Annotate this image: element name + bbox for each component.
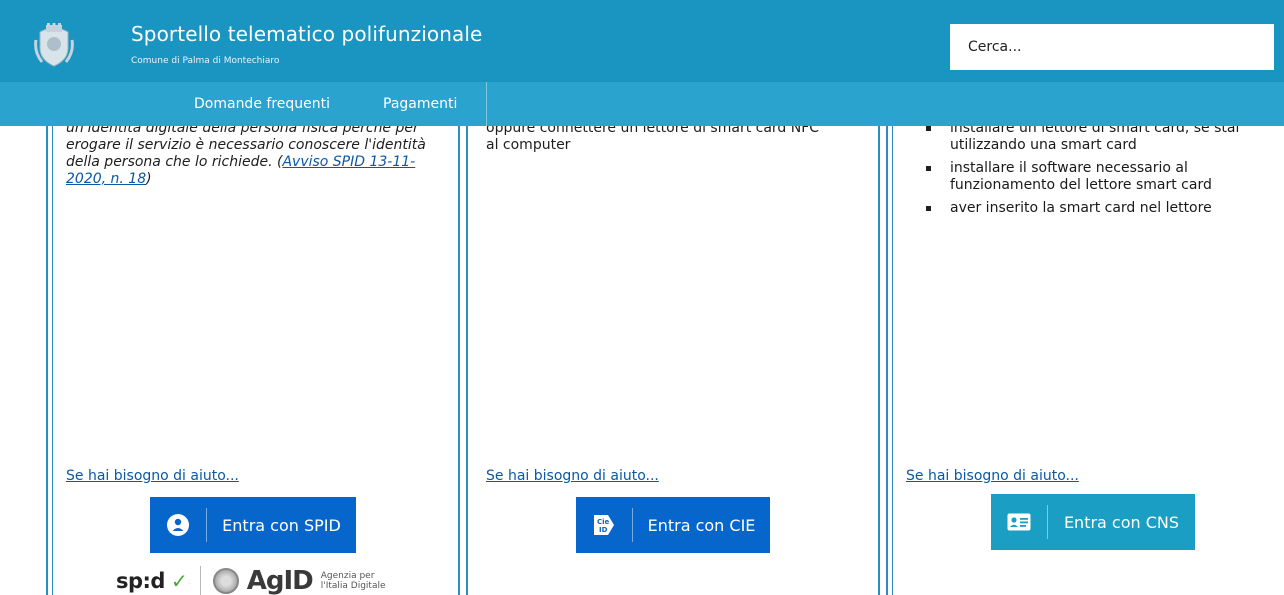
cie-login-label: Entra con CIE (647, 515, 756, 535)
agid-logo: AgID (246, 566, 314, 595)
spid-description-end: ) (146, 171, 152, 187)
search-input[interactable] (950, 24, 1274, 70)
list-item: aver inserito la smart card nel lettore (924, 200, 1264, 217)
cie-login-button[interactable]: Cie ID Entra con CIE (576, 497, 770, 553)
list-item-text: aver inserito la smart card nel lettore (950, 200, 1212, 216)
municipality-crest-icon[interactable] (34, 22, 74, 68)
svg-text:Cie: Cie (597, 518, 610, 526)
spid-login-button[interactable]: Entra con SPID (150, 497, 356, 553)
list-item: installare il software necessario al fun… (924, 160, 1264, 194)
agid-subtitle-line1: Agenzia per (320, 571, 375, 581)
spid-description: un'identità digitale della persona fisic… (66, 120, 436, 188)
logo-separator (199, 566, 201, 595)
cie-card: oppure connettere un lettore di smart ca… (466, 100, 880, 595)
site-title[interactable]: Sportello telematico polifunzionale (131, 22, 482, 46)
nav-item-payments[interactable]: Pagamenti (383, 82, 457, 126)
svg-text:ID: ID (599, 526, 608, 534)
spid-login-label: Entra con SPID (222, 515, 341, 535)
site-subtitle: Comune di Palma di Montechiaro (131, 56, 280, 66)
id-card-icon (991, 494, 1047, 550)
site-header: Sportello telematico polifunzionale Comu… (0, 0, 1284, 82)
agid-subtitle-line2: l'Italia Digitale (320, 581, 386, 591)
bullet-icon (926, 206, 931, 211)
nav-divider (486, 82, 487, 126)
cns-requirements-list: installare un lettore di smart card, se … (924, 120, 1264, 223)
spid-help-link[interactable]: Se hai bisogno di aiuto... (66, 468, 239, 484)
spid-card: un'identità digitale della persona fisic… (46, 100, 460, 595)
cie-help-link[interactable]: Se hai bisogno di aiuto... (486, 468, 659, 484)
check-icon: ✓ (170, 569, 188, 593)
list-item-text: installare il software necessario al fun… (950, 160, 1212, 193)
cie-description-line2: al computer (486, 137, 571, 153)
cie-id-icon: Cie ID (576, 497, 632, 553)
cns-login-label: Entra con CNS (1063, 512, 1180, 532)
bullet-icon (926, 126, 931, 131)
cns-help-link[interactable]: Se hai bisogno di aiuto... (906, 468, 1079, 484)
cns-login-button[interactable]: Entra con CNS (991, 494, 1195, 550)
bullet-icon (926, 166, 931, 171)
republic-emblem-icon (212, 568, 239, 594)
user-icon (150, 497, 206, 553)
main-navigation: Domande frequenti Pagamenti (0, 82, 1284, 126)
agid-subtitle: Agenzia per l'Italia Digitale (321, 571, 386, 591)
spid-agid-logos: sp:d ✓ AgID Agenzia per l'Italia Digital… (116, 566, 386, 595)
nav-item-faq[interactable]: Domande frequenti (194, 82, 330, 126)
spid-logo: sp:d (116, 569, 165, 593)
cns-card: installare un lettore di smart card, se … (886, 100, 1284, 595)
